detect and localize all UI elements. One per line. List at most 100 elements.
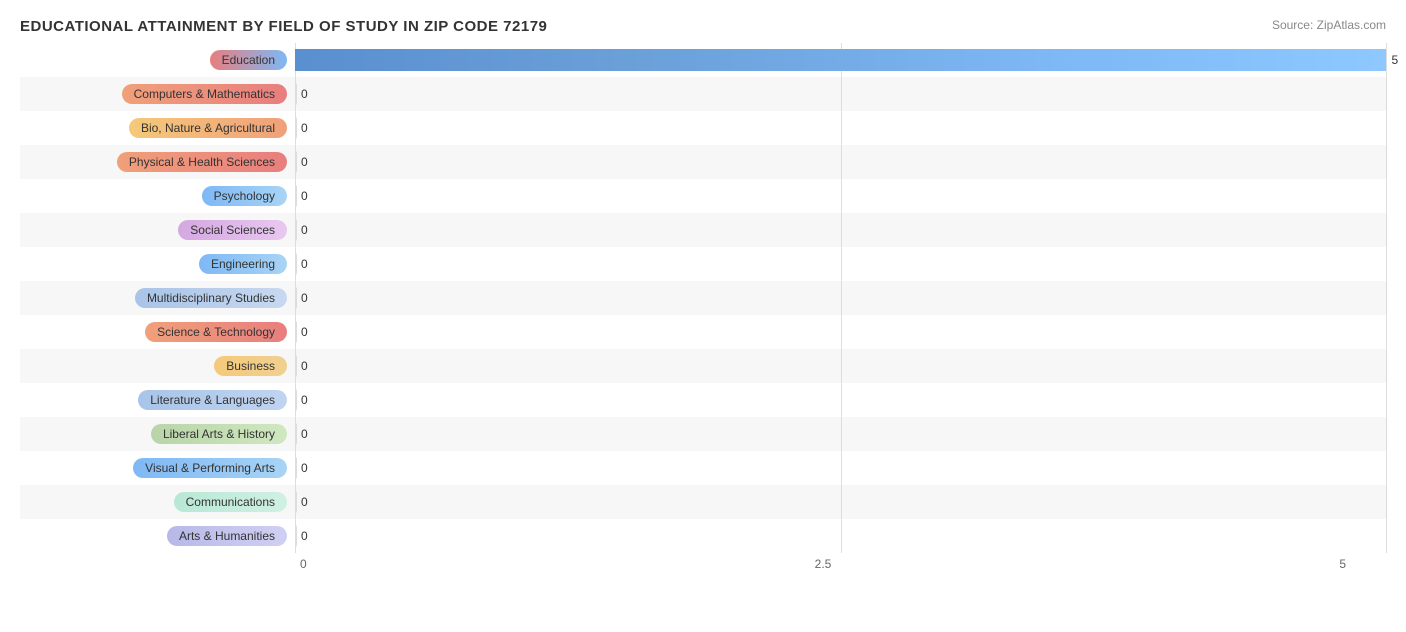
bar-fill bbox=[295, 83, 297, 105]
label-pill: Bio, Nature & Agricultural bbox=[20, 118, 295, 138]
label-pill: Computers & Mathematics bbox=[20, 84, 295, 104]
label-pill: Literature & Languages bbox=[20, 390, 295, 410]
bar-label: Engineering bbox=[199, 254, 287, 274]
bar-track: 0 bbox=[295, 213, 1386, 247]
bar-value: 0 bbox=[301, 393, 308, 407]
bar-row: Computers & Mathematics 0 bbox=[20, 77, 1386, 111]
bar-fill bbox=[295, 457, 297, 479]
bar-row: Business 0 bbox=[20, 349, 1386, 383]
bar-value: 0 bbox=[301, 325, 308, 339]
bar-fill bbox=[295, 491, 297, 513]
bar-fill bbox=[295, 253, 297, 275]
bar-value: 0 bbox=[301, 223, 308, 237]
chart-container: EDUCATIONAL ATTAINMENT BY FIELD OF STUDY… bbox=[0, 0, 1406, 632]
bar-fill bbox=[295, 151, 297, 173]
bar-value: 0 bbox=[301, 461, 308, 475]
bar-row: Psychology 0 bbox=[20, 179, 1386, 213]
bar-track: 0 bbox=[295, 281, 1386, 315]
bar-track: 0 bbox=[295, 349, 1386, 383]
bar-row: Literature & Languages 0 bbox=[20, 383, 1386, 417]
chart-title: EDUCATIONAL ATTAINMENT BY FIELD OF STUDY… bbox=[20, 18, 1386, 35]
bar-label: Education bbox=[210, 50, 287, 70]
label-pill: Communications bbox=[20, 492, 295, 512]
label-pill: Science & Technology bbox=[20, 322, 295, 342]
bar-fill bbox=[295, 287, 297, 309]
bar-label: Bio, Nature & Agricultural bbox=[129, 118, 287, 138]
bar-track: 0 bbox=[295, 417, 1386, 451]
chart-wrapper: Education5Computers & Mathematics0Bio, N… bbox=[20, 43, 1386, 571]
bar-value: 0 bbox=[301, 121, 308, 135]
bar-row: Science & Technology 0 bbox=[20, 315, 1386, 349]
bar-track: 0 bbox=[295, 179, 1386, 213]
label-pill: Liberal Arts & History bbox=[20, 424, 295, 444]
bar-track: 0 bbox=[295, 519, 1386, 553]
bar-track: 0 bbox=[295, 383, 1386, 417]
bar-fill bbox=[295, 219, 297, 241]
rows-container: Education5Computers & Mathematics0Bio, N… bbox=[20, 43, 1386, 553]
x-axis: 02.55 bbox=[20, 557, 1386, 571]
bar-label: Physical & Health Sciences bbox=[117, 152, 287, 172]
bar-track: 0 bbox=[295, 247, 1386, 281]
bar-fill bbox=[295, 185, 297, 207]
bar-label: Social Sciences bbox=[178, 220, 287, 240]
bar-fill bbox=[295, 321, 297, 343]
label-pill: Psychology bbox=[20, 186, 295, 206]
bar-row: Multidisciplinary Studies 0 bbox=[20, 281, 1386, 315]
bar-value: 0 bbox=[301, 155, 308, 169]
bar-value: 0 bbox=[301, 257, 308, 271]
bar-value: 0 bbox=[301, 427, 308, 441]
bar-track: 0 bbox=[295, 77, 1386, 111]
bar-row: Physical & Health Sciences 0 bbox=[20, 145, 1386, 179]
bar-fill bbox=[295, 49, 1386, 71]
bar-row: Visual & Performing Arts 0 bbox=[20, 451, 1386, 485]
bar-row: Engineering 0 bbox=[20, 247, 1386, 281]
bar-label: Science & Technology bbox=[145, 322, 287, 342]
bar-value: 0 bbox=[301, 87, 308, 101]
bar-track: 0 bbox=[295, 451, 1386, 485]
bar-label: Multidisciplinary Studies bbox=[135, 288, 287, 308]
bar-value: 0 bbox=[301, 359, 308, 373]
x-axis-labels: 02.55 bbox=[300, 557, 1346, 571]
bar-row: Social Sciences 0 bbox=[20, 213, 1386, 247]
bar-fill bbox=[295, 117, 297, 139]
bar-label: Visual & Performing Arts bbox=[133, 458, 287, 478]
label-pill: Physical & Health Sciences bbox=[20, 152, 295, 172]
label-pill: Engineering bbox=[20, 254, 295, 274]
bar-fill bbox=[295, 355, 297, 377]
x-axis-label: 2.5 bbox=[815, 557, 832, 571]
label-pill: Multidisciplinary Studies bbox=[20, 288, 295, 308]
bar-value: 0 bbox=[301, 495, 308, 509]
bar-row: Education 5 bbox=[20, 43, 1386, 77]
bar-label: Liberal Arts & History bbox=[151, 424, 287, 444]
bar-label: Literature & Languages bbox=[138, 390, 287, 410]
bar-track: 0 bbox=[295, 485, 1386, 519]
bar-label: Psychology bbox=[202, 186, 287, 206]
bar-row: Liberal Arts & History 0 bbox=[20, 417, 1386, 451]
bar-row: Communications 0 bbox=[20, 485, 1386, 519]
x-axis-label: 5 bbox=[1339, 557, 1346, 571]
label-pill: Social Sciences bbox=[20, 220, 295, 240]
bar-fill bbox=[295, 525, 297, 547]
bar-track: 0 bbox=[295, 145, 1386, 179]
bar-label: Communications bbox=[174, 492, 287, 512]
chart-source: Source: ZipAtlas.com bbox=[1272, 18, 1386, 32]
bar-value: 0 bbox=[301, 529, 308, 543]
bar-label: Arts & Humanities bbox=[167, 526, 287, 546]
label-pill: Education bbox=[20, 50, 295, 70]
label-pill: Arts & Humanities bbox=[20, 526, 295, 546]
bar-label: Computers & Mathematics bbox=[122, 84, 287, 104]
bar-fill bbox=[295, 423, 297, 445]
label-pill: Business bbox=[20, 356, 295, 376]
bar-track: 0 bbox=[295, 315, 1386, 349]
bar-label: Business bbox=[214, 356, 287, 376]
x-axis-label: 0 bbox=[300, 557, 307, 571]
bar-value: 0 bbox=[301, 189, 308, 203]
bar-value: 5 bbox=[1391, 53, 1398, 67]
bar-row: Arts & Humanities 0 bbox=[20, 519, 1386, 553]
bar-row: Bio, Nature & Agricultural 0 bbox=[20, 111, 1386, 145]
bar-fill bbox=[295, 389, 297, 411]
bar-track: 5 bbox=[295, 43, 1386, 77]
bar-value: 0 bbox=[301, 291, 308, 305]
bar-track: 0 bbox=[295, 111, 1386, 145]
label-pill: Visual & Performing Arts bbox=[20, 458, 295, 478]
